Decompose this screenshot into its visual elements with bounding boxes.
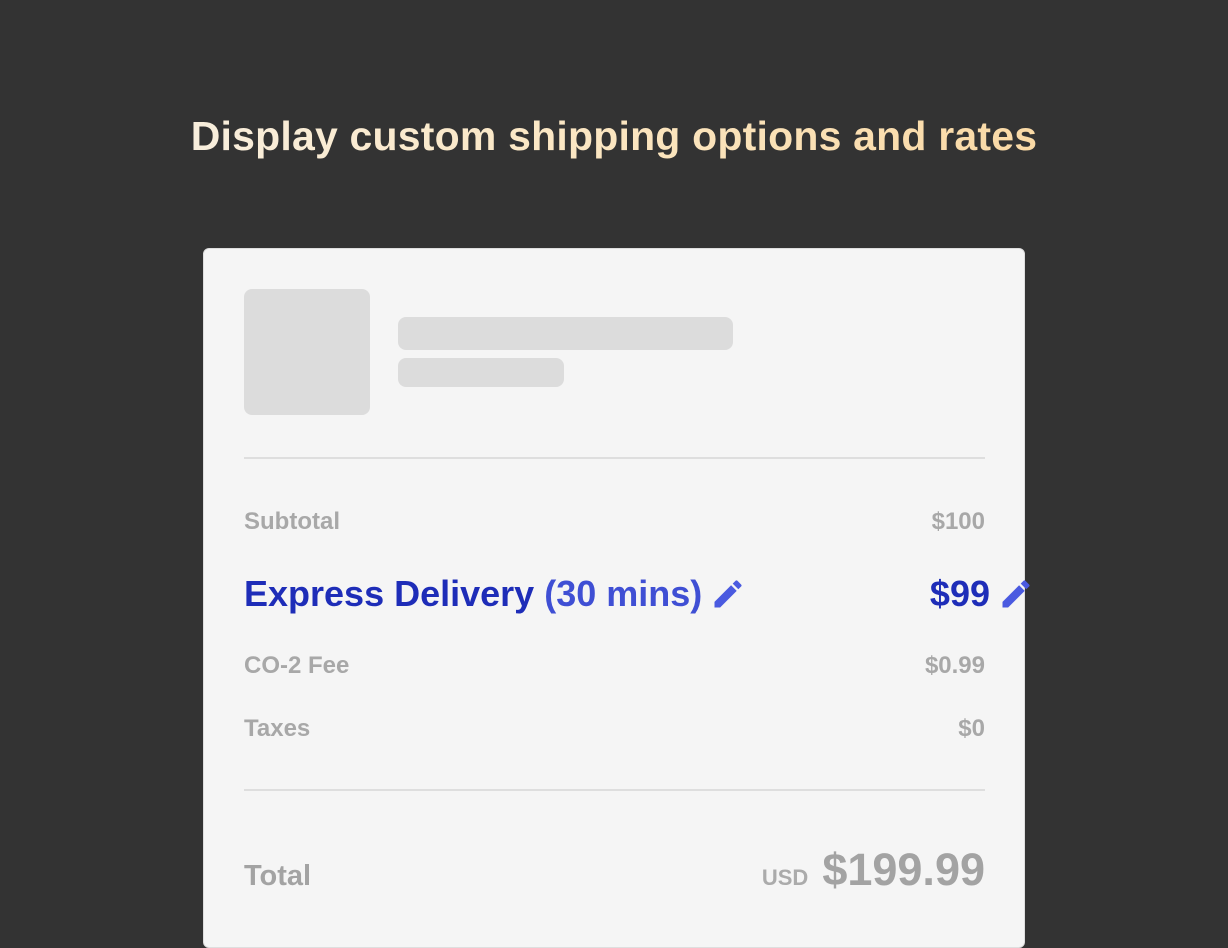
pencil-icon[interactable]	[710, 576, 746, 612]
shipping-option-label: Express Delivery (30 mins)	[244, 573, 746, 615]
pencil-icon[interactable]	[998, 576, 1034, 612]
total-amount: USD $199.99	[762, 844, 985, 896]
page-headline: Display custom shipping options and rate…	[0, 108, 1228, 164]
shipping-rate-value: $99	[929, 573, 990, 614]
co2-fee-row: CO-2 Fee $0.99	[244, 648, 985, 684]
divider	[244, 789, 985, 791]
product-image-placeholder	[244, 289, 370, 415]
shipping-option-eta: (30 mins)	[544, 573, 703, 614]
product-subtitle-placeholder	[398, 358, 564, 387]
co2-fee-value: $0.99	[924, 652, 985, 679]
shipping-rate: $99	[930, 573, 1034, 615]
taxes-label: Taxes	[244, 715, 311, 742]
checkout-summary-card: Subtotal $100 Express Delivery (30 mins)…	[203, 248, 1030, 948]
total-currency: USD	[761, 865, 809, 890]
shipping-option-name: Express Delivery	[244, 573, 535, 614]
subtotal-label: Subtotal	[244, 508, 340, 535]
shipping-option-row: Express Delivery (30 mins) $99	[244, 569, 1034, 619]
total-row: Total USD $199.99	[244, 844, 985, 896]
co2-fee-label: CO-2 Fee	[244, 652, 350, 679]
total-label: Total	[244, 860, 312, 892]
subtotal-row: Subtotal $100	[244, 504, 985, 540]
taxes-row: Taxes $0	[244, 711, 985, 747]
divider	[244, 457, 985, 459]
total-value: $199.99	[822, 844, 985, 895]
product-title-placeholder	[398, 317, 733, 350]
taxes-value: $0	[958, 715, 985, 742]
subtotal-value: $100	[931, 508, 985, 535]
